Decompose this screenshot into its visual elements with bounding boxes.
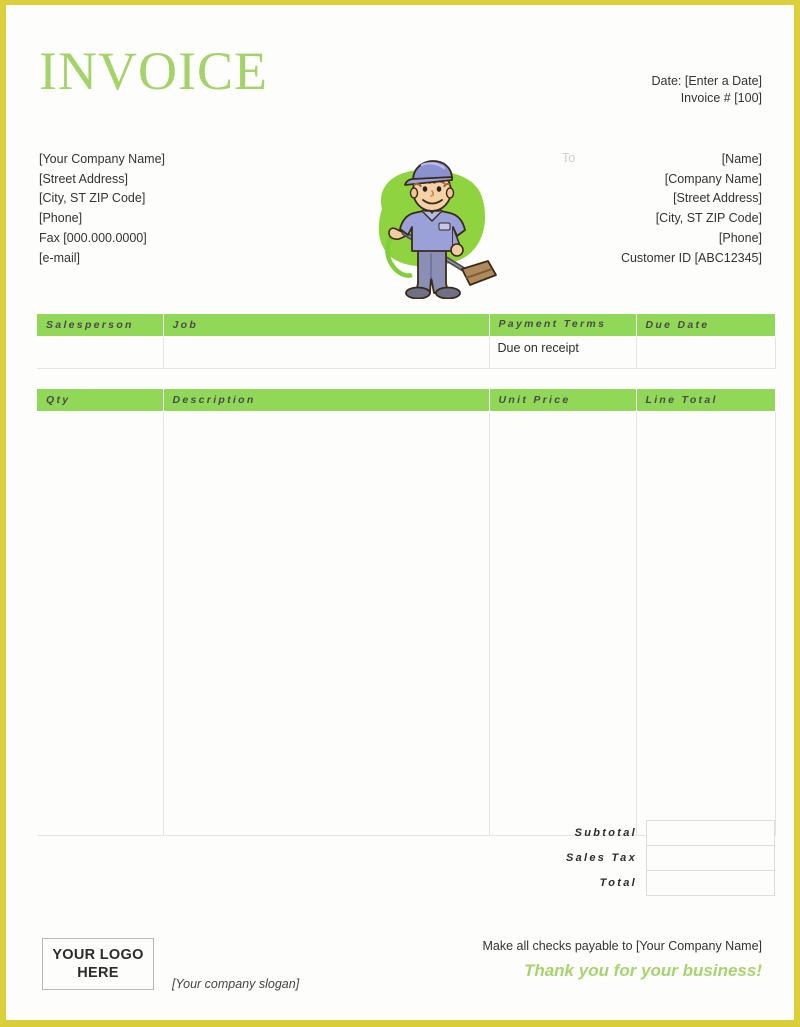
column-header-due-date: Due Date [636, 314, 775, 337]
subtotal-value[interactable] [646, 820, 775, 846]
sales-tax-label: Sales Tax [565, 852, 637, 864]
subtotal-label: Subtotal [574, 827, 637, 839]
totals-table: Subtotal Sales Tax Total [490, 820, 775, 896]
sales-tax-value[interactable] [646, 845, 775, 871]
invoice-page: INVOICE Date: [Enter a Date] Invoice # [… [0, 0, 800, 1027]
cleaner-mascot-icon [378, 160, 497, 299]
recipient-street-address: [Street Address] [673, 191, 762, 206]
table-row[interactable]: Due on receipt [37, 336, 776, 369]
total-label: Total [599, 877, 637, 889]
page-title: INVOICE [39, 41, 268, 101]
logo-line-2: HERE [77, 965, 119, 981]
line-items-table: Qty Description Unit Price Line Total [37, 389, 776, 836]
thank-you-message: Thank you for your business! [523, 961, 762, 980]
invoice-meta: Date: [Enter a Date] Invoice # [100] [652, 73, 762, 107]
cell-salesperson[interactable] [37, 336, 164, 369]
sender-email: [e-mail] [39, 250, 80, 265]
line-items-header-row: Qty Description Unit Price Line Total [37, 389, 775, 412]
cell-job[interactable] [163, 336, 490, 369]
sender-company-name: [Your Company Name] [39, 152, 165, 166]
logo-placeholder-text: YOUR LOGO HERE [52, 946, 143, 982]
sender-street-address: [Street Address] [39, 171, 128, 186]
table-row[interactable] [37, 411, 776, 836]
total-value[interactable] [646, 870, 775, 896]
invoice-number-line: Invoice # [100] [680, 91, 762, 105]
logo-line-1: YOUR LOGO [52, 947, 144, 963]
recipient-phone: [Phone] [718, 230, 762, 245]
checks-payable-note: Make all checks payable to [Your Company… [482, 939, 762, 953]
recipient-address-block: [Name] [Company Name] [Street Address] [… [621, 150, 762, 268]
recipient-city-state-zip: [City, ST ZIP Code] [655, 211, 762, 226]
cell-payment-terms[interactable]: Due on receipt [489, 336, 637, 369]
column-header-qty: Qty [37, 389, 164, 412]
cell-line-total[interactable] [636, 411, 776, 836]
salesperson-table: Salesperson Job Payment Terms Due Date D… [37, 314, 776, 369]
column-header-unit-price: Unit Price [489, 389, 637, 412]
cell-description[interactable] [163, 411, 490, 836]
recipient-to-label: To [562, 151, 576, 165]
column-header-job: Job [163, 314, 490, 337]
sender-city-state-zip: [City, ST ZIP Code] [39, 191, 146, 206]
totals-row-total: Total [490, 870, 775, 896]
sender-address-block: [Your Company Name] [Street Address] [Ci… [39, 150, 165, 268]
column-header-description: Description [163, 389, 490, 412]
cell-qty[interactable] [37, 411, 164, 836]
totals-row-sales-tax: Sales Tax [490, 845, 775, 871]
column-header-line-total: Line Total [636, 389, 775, 412]
sender-fax: Fax [000.000.0000] [39, 230, 147, 245]
column-header-payment-terms: Payment Terms [489, 314, 637, 337]
invoice-sheet: INVOICE Date: [Enter a Date] Invoice # [… [6, 5, 794, 1020]
cell-unit-price[interactable] [489, 411, 637, 836]
salesperson-table-header-row: Salesperson Job Payment Terms Due Date [37, 314, 775, 337]
totals-row-subtotal: Subtotal [490, 820, 775, 846]
recipient-company-name: [Company Name] [664, 171, 762, 186]
logo-placeholder-box[interactable]: YOUR LOGO HERE [42, 938, 154, 990]
invoice-date-line: Date: [Enter a Date] [651, 74, 762, 88]
cell-due-date[interactable] [636, 336, 776, 369]
recipient-name: [Name] [721, 152, 762, 166]
column-header-salesperson: Salesperson [37, 314, 164, 337]
sender-phone: [Phone] [39, 211, 83, 226]
company-slogan: [Your company slogan] [172, 977, 300, 991]
recipient-customer-id: Customer ID [ABC12345] [620, 250, 762, 265]
